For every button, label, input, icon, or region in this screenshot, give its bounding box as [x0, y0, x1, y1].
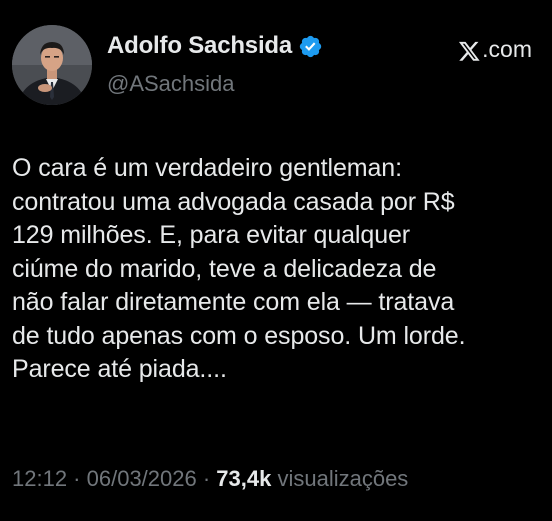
views-count: 73,4k	[216, 466, 272, 491]
meta-separator: ·	[196, 466, 217, 491]
author-display-name[interactable]: Adolfo Sachsida	[107, 32, 292, 60]
profile-photo-icon	[12, 25, 92, 105]
author-name-row: Adolfo Sachsida	[107, 32, 323, 60]
tweet-time[interactable]: 12:12	[12, 466, 67, 491]
verified-badge-icon[interactable]	[298, 34, 323, 59]
views-label: visualizações	[271, 466, 409, 491]
source-label: .com	[458, 36, 532, 63]
meta-separator: ·	[67, 466, 87, 491]
author-handle[interactable]: @ASachsida	[107, 71, 235, 97]
source-domain: .com	[482, 36, 532, 62]
tweet-meta: 12:12 · 06/03/2026 · 73,4k visualizações	[12, 466, 408, 492]
x-logo-icon	[458, 40, 480, 61]
avatar[interactable]	[12, 25, 92, 105]
tweet-text: O cara é um verdadeiro gentleman: contra…	[12, 154, 466, 383]
tweet-date[interactable]: 06/03/2026	[87, 466, 197, 491]
tweet-card: Adolfo Sachsida @ASachsida .com O cara é…	[0, 0, 552, 521]
